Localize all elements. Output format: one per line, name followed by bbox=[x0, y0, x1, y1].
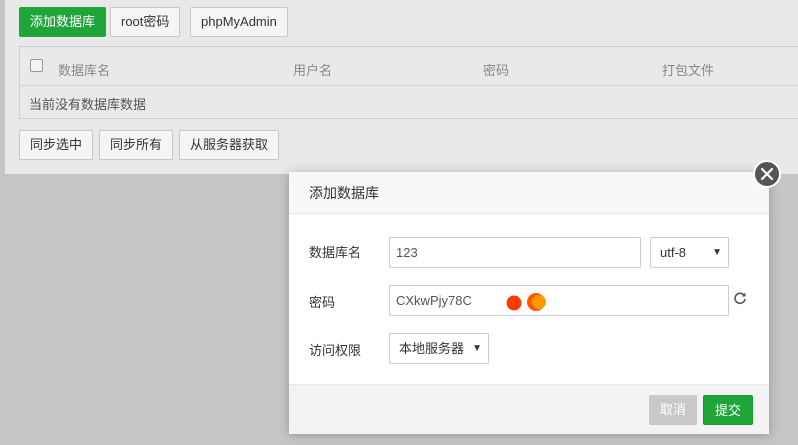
close-icon[interactable] bbox=[753, 160, 781, 188]
dialog-title: 添加数据库 bbox=[289, 172, 769, 214]
column-header-password[interactable]: 密码 bbox=[483, 60, 509, 79]
fetch-from-server-button[interactable]: 从服务器获取 bbox=[179, 130, 280, 160]
caret-down-icon: ▼ bbox=[472, 343, 482, 354]
password-input[interactable]: CXkwPjy78C bbox=[389, 285, 729, 316]
table-header: 数据库名 用户名 密码 打包文件 bbox=[20, 47, 798, 86]
root-password-button[interactable]: root密码 bbox=[110, 7, 181, 37]
sync-selected-button[interactable]: 同步选中 bbox=[19, 130, 94, 160]
charset-select[interactable]: utf-8 ▼ bbox=[650, 237, 729, 268]
database-table: 数据库名 用户名 密码 打包文件 当前没有数据库数据 bbox=[19, 46, 798, 119]
empty-message: 当前没有数据库数据 bbox=[29, 97, 147, 112]
submit-button[interactable]: 提交 bbox=[703, 395, 754, 425]
caret-down-icon: ▼ bbox=[712, 247, 722, 258]
select-all-checkbox[interactable] bbox=[30, 59, 43, 72]
db-name-input[interactable]: 123 bbox=[389, 237, 641, 268]
column-header-backup[interactable]: 打包文件 bbox=[662, 60, 714, 79]
charset-value: utf-8 bbox=[660, 245, 687, 260]
cancel-button[interactable]: 取消 bbox=[649, 395, 698, 425]
column-header-db-name[interactable]: 数据库名 bbox=[58, 60, 110, 79]
access-select[interactable]: 本地服务器 ▼ bbox=[389, 333, 489, 364]
refresh-icon[interactable] bbox=[733, 291, 747, 305]
phpmyadmin-button[interactable]: phpMyAdmin bbox=[190, 7, 288, 37]
add-database-button[interactable]: 添加数据库 bbox=[19, 7, 107, 37]
db-name-label: 数据库名 bbox=[309, 245, 362, 260]
dialog-footer: 取消 提交 bbox=[289, 384, 769, 434]
password-label: 密码 bbox=[309, 295, 336, 310]
add-database-dialog: 添加数据库 数据库名 123 utf-8 ▼ 密码 CXkwPjy78C 访问权… bbox=[289, 172, 769, 434]
access-label: 访问权限 bbox=[309, 343, 362, 358]
access-value: 本地服务器 bbox=[399, 341, 465, 356]
sync-all-button[interactable]: 同步所有 bbox=[99, 130, 174, 160]
column-header-username[interactable]: 用户名 bbox=[293, 60, 332, 79]
database-panel: 添加数据库 root密码 phpMyAdmin 数据库名 用户名 密码 打包文件… bbox=[5, 0, 798, 174]
password-manager-icon[interactable] bbox=[505, 292, 551, 312]
